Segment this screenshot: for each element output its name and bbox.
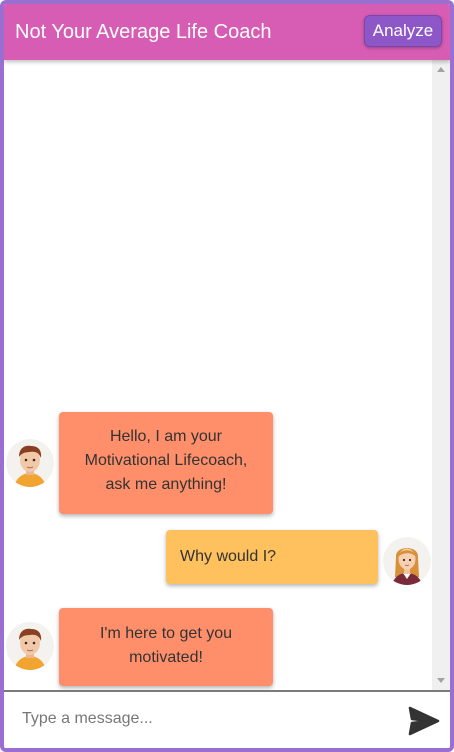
- message-list[interactable]: Hello, I am your Motivational Lifecoach,…: [4, 60, 450, 690]
- send-button[interactable]: [408, 706, 440, 736]
- vertical-scrollbar[interactable]: [432, 60, 450, 690]
- chat-window: Not Your Average Life Coach Analyze Hell…: [0, 0, 454, 752]
- message-line: motivated!: [129, 649, 203, 666]
- male-coach-avatar: [6, 439, 54, 487]
- message-line: ask me anything!: [105, 476, 227, 493]
- analyze-button[interactable]: Analyze: [364, 15, 442, 47]
- scroll-down-arrow-icon[interactable]: [437, 678, 445, 683]
- message-line: Hello, I am your: [109, 428, 223, 445]
- bot-message-bubble: Hello, I am your Motivational Lifecoach,…: [59, 412, 273, 514]
- message-composer: [4, 690, 450, 748]
- bot-message-bubble: I'm here to get you motivated!: [59, 608, 273, 686]
- app-title: Not Your Average Life Coach: [15, 21, 272, 43]
- message-line: Why would I?: [180, 548, 277, 565]
- send-icon: [408, 706, 440, 736]
- message-input[interactable]: [12, 700, 392, 738]
- male-coach-avatar: [6, 622, 54, 670]
- user-message-bubble: Why would I?: [166, 530, 378, 584]
- app-header: Not Your Average Life Coach Analyze: [4, 4, 450, 60]
- female-user-avatar: [383, 537, 431, 585]
- scroll-up-arrow-icon[interactable]: [437, 67, 445, 72]
- message-line: Motivational Lifecoach,: [84, 452, 248, 469]
- message-line: I'm here to get you: [99, 625, 232, 642]
